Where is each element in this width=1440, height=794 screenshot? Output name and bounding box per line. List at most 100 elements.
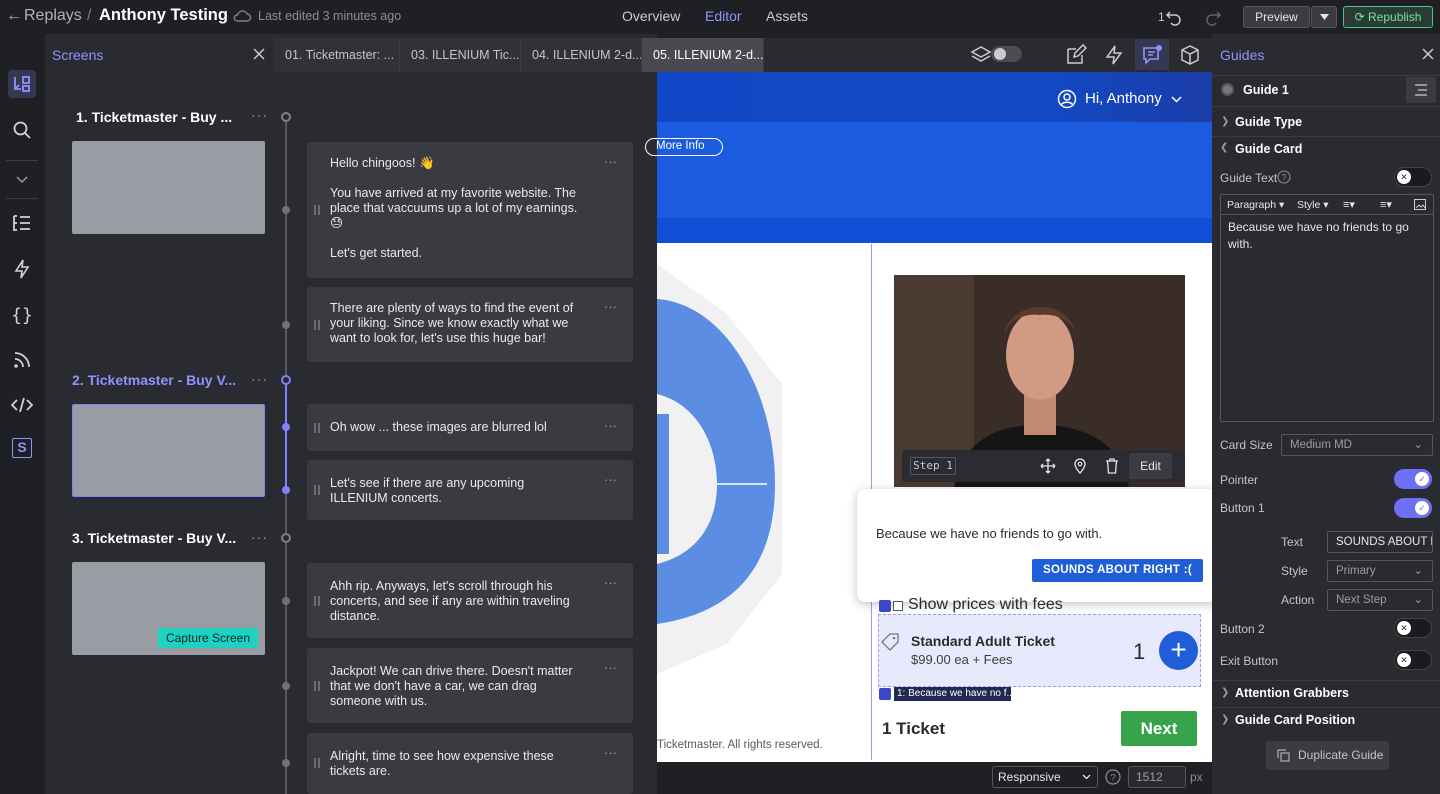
guide-card-position-section[interactable]: Guide Card Position <box>1235 713 1355 727</box>
breadcrumb-replays[interactable]: Replays <box>24 7 82 25</box>
help-icon[interactable]: ? <box>1105 769 1121 785</box>
republish-button[interactable]: ⟳ Republish <box>1343 6 1433 28</box>
card-more-icon[interactable]: ··· <box>604 472 617 487</box>
more-options-icon[interactable]: ··· <box>251 529 268 545</box>
card-more-icon[interactable]: ··· <box>604 745 617 760</box>
capture-screen-button[interactable]: Capture Screen <box>158 628 258 648</box>
more-info-button[interactable]: More Info <box>645 138 723 156</box>
step-card[interactable]: There are plenty of ways to find the eve… <box>307 287 633 362</box>
show-prices-checkbox[interactable] <box>893 601 903 611</box>
guide-name[interactable]: Guide 1 <box>1243 83 1289 97</box>
back-arrow-icon[interactable]: ← <box>6 7 22 25</box>
chevron-down-icon[interactable] <box>8 166 36 194</box>
trash-icon[interactable] <box>1105 458 1119 474</box>
step-card[interactable]: Ahh rip. Anyways, let's scroll through h… <box>307 563 633 638</box>
guide-text-toggle[interactable]: ✕ <box>1394 167 1432 187</box>
guide-label-tag[interactable]: 1: Because we have no f... <box>894 687 1011 701</box>
screen-name[interactable]: 1. Ticketmaster - Buy ... <box>76 109 232 125</box>
guide-marker-icon[interactable] <box>879 688 891 700</box>
variables-icon[interactable]: {} <box>8 301 36 329</box>
exit-button-toggle[interactable]: ✕ <box>1394 650 1432 670</box>
duplicate-guide-button[interactable]: Duplicate Guide <box>1266 741 1389 770</box>
step-card[interactable]: Hello chingoos! 👋 You have arrived at my… <box>307 142 633 278</box>
preview-dropdown-button[interactable] <box>1311 6 1337 28</box>
layers-toggle[interactable] <box>991 46 1022 62</box>
screen-tab[interactable]: 01. Ticketmaster: ... <box>274 38 400 72</box>
ticket-option[interactable] <box>878 614 1201 687</box>
button-action-select[interactable]: Next Step ⌄ <box>1327 589 1433 611</box>
list-icon[interactable] <box>8 209 36 237</box>
guide-marker-icon[interactable] <box>879 600 891 612</box>
cube-icon[interactable] <box>1179 44 1201 66</box>
responsive-select[interactable]: Responsive <box>992 766 1098 788</box>
card-more-icon[interactable]: ··· <box>604 418 617 433</box>
guide-text-content[interactable]: Because we have no friends to go with. <box>1228 219 1428 253</box>
width-input[interactable]: 1512 <box>1128 766 1186 788</box>
pin-icon[interactable] <box>1073 458 1087 474</box>
close-icon[interactable] <box>1421 47 1435 61</box>
button2-toggle[interactable]: ✕ <box>1394 618 1432 638</box>
search-icon[interactable] <box>8 116 36 144</box>
step-card[interactable]: Alright, time to see how expensive these… <box>307 733 633 794</box>
preview-button[interactable]: Preview <box>1243 6 1310 28</box>
edit-icon[interactable] <box>1065 44 1087 66</box>
card-more-icon[interactable]: ··· <box>604 154 617 169</box>
drag-handle-icon[interactable] <box>314 485 320 495</box>
guide-icon[interactable] <box>1141 44 1163 66</box>
card-more-icon[interactable]: ··· <box>604 660 617 675</box>
step-card[interactable]: Oh wow ... these images are blurred lol <box>307 404 633 451</box>
image-icon[interactable] <box>1414 199 1426 210</box>
feed-icon[interactable] <box>8 346 36 374</box>
next-button[interactable]: Next <box>1121 711 1197 746</box>
attention-grabbers-section[interactable]: Attention Grabbers <box>1235 686 1349 700</box>
tab-assets[interactable]: Assets <box>766 8 808 24</box>
step-card[interactable]: Jackpot! We can drive there. Doesn't mat… <box>307 648 633 723</box>
guide-popup-button[interactable]: SOUNDS ABOUT RIGHT :( <box>1032 559 1203 582</box>
lightning-icon[interactable] <box>8 255 36 283</box>
step-card[interactable]: Let's see if there are any upcoming ILLE… <box>307 460 633 520</box>
bullet-list-icon[interactable]: ≡▾ <box>1380 198 1392 211</box>
layers-icon[interactable] <box>970 44 992 66</box>
add-ticket-button[interactable]: + <box>1159 631 1198 670</box>
screen-tab[interactable]: 03. ILLENIUM Tic... <box>400 38 521 72</box>
storylane-logo-icon[interactable]: S <box>8 434 36 462</box>
code-icon[interactable] <box>8 391 36 419</box>
guide-type-section[interactable]: Guide Type <box>1235 115 1302 129</box>
screen-thumbnail-selected[interactable] <box>72 404 265 497</box>
tab-overview[interactable]: Overview <box>622 8 680 24</box>
guide-card-section[interactable]: Guide Card <box>1235 142 1302 156</box>
undo-icon[interactable] <box>1165 8 1183 26</box>
drag-handle-icon[interactable] <box>314 758 320 768</box>
tab-editor[interactable]: Editor <box>705 8 742 24</box>
screens-nav-icon[interactable] <box>8 70 36 98</box>
screen-thumbnail[interactable] <box>72 141 265 234</box>
drag-handle-icon[interactable] <box>314 423 320 433</box>
screen-tab-active[interactable]: 05. ILLENIUM 2-d... <box>642 38 764 72</box>
move-icon[interactable] <box>1040 458 1056 474</box>
screen-name[interactable]: 3. Ticketmaster - Buy V... <box>72 530 236 546</box>
drag-handle-icon[interactable] <box>314 320 320 330</box>
lightning-icon[interactable] <box>1103 44 1125 66</box>
drag-handle-icon[interactable] <box>314 596 320 606</box>
card-size-select[interactable]: Medium MD ⌄ <box>1281 434 1433 456</box>
screen-tab[interactable]: 04. ILLENIUM 2-d... <box>521 38 642 72</box>
drag-handle-icon[interactable] <box>314 205 320 215</box>
button-text-input[interactable]: SOUNDS ABOUT RIGHT :( <box>1327 531 1433 553</box>
button1-toggle[interactable]: ✓ <box>1394 498 1432 518</box>
paragraph-select[interactable]: Paragraph ▾ <box>1227 199 1284 211</box>
card-more-icon[interactable]: ··· <box>604 299 617 314</box>
button-style-select[interactable]: Primary ⌄ <box>1327 560 1433 582</box>
guide-settings-button[interactable] <box>1406 77 1436 103</box>
pointer-toggle[interactable]: ✓ <box>1394 469 1432 489</box>
more-options-icon[interactable]: ··· <box>251 107 268 123</box>
help-icon[interactable]: ? <box>1277 170 1291 184</box>
edit-step-button[interactable]: Edit <box>1129 453 1172 479</box>
user-greeting[interactable]: Hi, Anthony <box>1085 90 1162 107</box>
style-select[interactable]: Style ▾ <box>1297 199 1329 211</box>
more-options-icon[interactable]: ··· <box>251 371 268 387</box>
seat-map[interactable] <box>657 244 871 760</box>
page-title[interactable]: Anthony Testing <box>99 6 228 25</box>
align-icon[interactable]: ≡▾ <box>1343 198 1355 211</box>
drag-handle-icon[interactable] <box>314 681 320 691</box>
redo-icon[interactable] <box>1204 8 1222 26</box>
